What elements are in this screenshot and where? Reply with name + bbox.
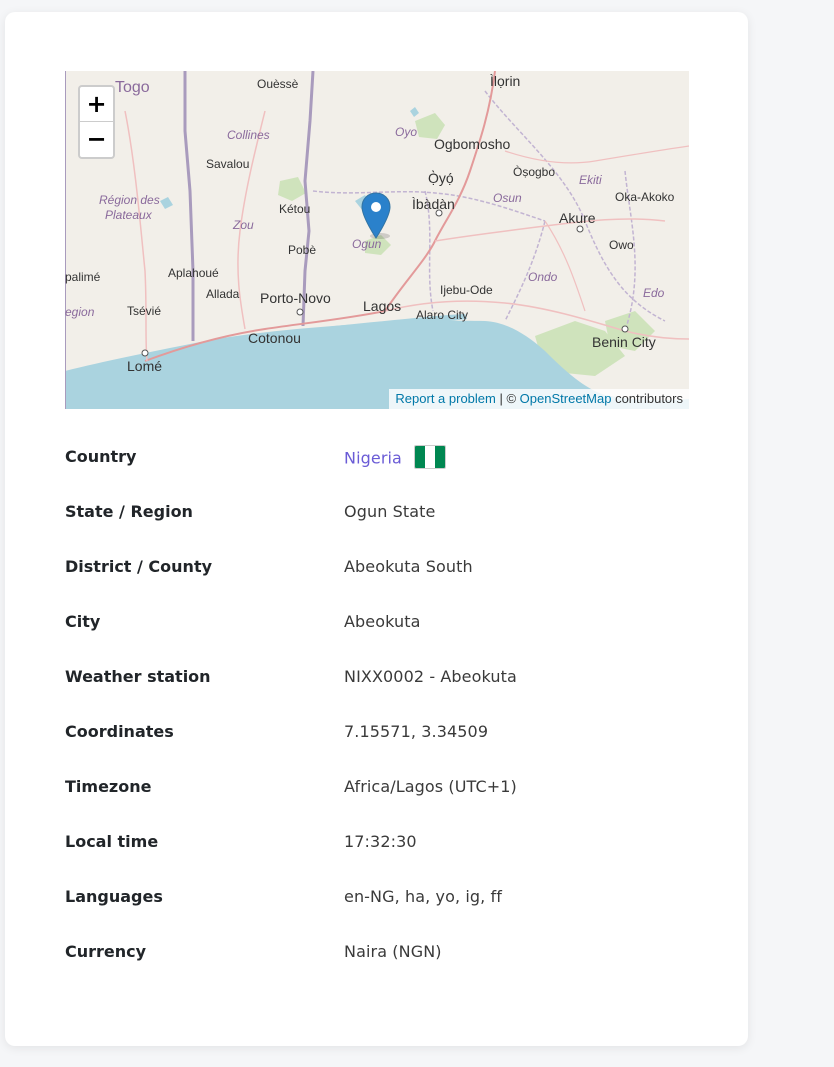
map-label-osun: Osun [493, 191, 522, 205]
map-label-aplahoue: Aplahoué [168, 266, 219, 280]
map-label-ijebu-ode: Ijebu-Ode [440, 283, 493, 297]
map-label-cotonou: Cotonou [248, 330, 301, 346]
row-value: 7.15571, 3.34509 [344, 722, 489, 741]
map-label-lome: Lomé [127, 358, 163, 374]
zoom-out-button[interactable]: − [80, 122, 113, 157]
map-label-region-plateaux-2: Plateaux [105, 208, 152, 222]
row-value: en-NG, ha, yo, ig, ff [344, 887, 502, 906]
map-label-ilorin: Ìlọrin [490, 73, 521, 89]
row-label: Coordinates [65, 722, 174, 741]
info-row-city: City Abeokuta [65, 612, 705, 667]
map-label-pobe: Pobè [288, 243, 317, 257]
map-label-ketou: Kétou [279, 202, 311, 216]
row-label: Weather station [65, 667, 211, 686]
map-label-oyo-region: Oyo [395, 125, 418, 139]
info-row-district: District / County Abeokuta South [65, 557, 705, 612]
map-label-allada: Allada [206, 287, 240, 301]
map-label-osogbo: Òṣogbo [513, 165, 556, 179]
map-label-lagos: Lagos [363, 298, 402, 314]
row-value: Naira (NGN) [344, 942, 442, 961]
map-label-zou: Zou [233, 218, 254, 232]
map-label-akure: Akure [559, 210, 596, 226]
map-label-edo: Edo [643, 286, 665, 300]
map-label-savalou: Savalou [206, 157, 250, 171]
map-label-togo: Togo [115, 79, 150, 96]
zoom-in-button[interactable]: + [80, 87, 113, 122]
map-label-tsevie: Tsévié [127, 304, 162, 318]
map-label-porto-novo: Porto-Novo [260, 290, 331, 306]
info-row-timezone: Timezone Africa/Lagos (UTC+1) [65, 777, 705, 832]
map-label-ouesse: Ouèssè [257, 77, 299, 91]
zoom-control: + − [78, 85, 115, 159]
attribution-separator: | © [495, 391, 520, 406]
row-label: City [65, 612, 101, 631]
info-row-languages: Languages en-NG, ha, yo, ig, ff [65, 887, 705, 942]
map-label-benin-city: Benin City [592, 334, 656, 350]
map-label-oka-akoko: Oka-Akoko [615, 190, 675, 204]
map-label-ogbomosho: Ogbomosho [434, 136, 511, 152]
row-value: Abeokuta South [344, 557, 473, 576]
info-row-local-time: Local time 17:32:30 [65, 832, 705, 887]
row-label: State / Region [65, 502, 193, 521]
attribution-suffix: contributors [611, 391, 683, 406]
nigeria-flag-icon [413, 445, 446, 469]
row-value: Abeokuta [344, 612, 421, 631]
row-label: Languages [65, 887, 163, 906]
row-value: Ogun State [344, 502, 436, 521]
row-value: 17:32:30 [344, 832, 417, 851]
info-row-state: State / Region Ogun State [65, 502, 705, 557]
map-view[interactable]: Togo Ouèssè Ìlọrin Collines Savalou Oyo … [65, 71, 689, 409]
row-value: Africa/Lagos (UTC+1) [344, 777, 517, 796]
map-label-palime: palimé [65, 270, 101, 284]
row-label: Country [65, 447, 137, 466]
location-info-table: Country Nigeria State / Region Ogun Stat… [65, 445, 705, 997]
openstreetmap-link[interactable]: OpenStreetMap [520, 391, 612, 406]
map-label-ibadan: Ìbàdàn [412, 196, 455, 212]
info-row-coordinates: Coordinates 7.15571, 3.34509 [65, 722, 705, 777]
location-pin-icon[interactable] [361, 192, 391, 240]
info-row-currency: Currency Naira (NGN) [65, 942, 705, 997]
row-label: Timezone [65, 777, 152, 796]
info-row-country: Country Nigeria [65, 445, 705, 502]
location-card: Togo Ouèssè Ìlọrin Collines Savalou Oyo … [5, 12, 748, 1046]
info-row-weather-station: Weather station NIXX0002 - Abeokuta [65, 667, 705, 722]
row-label: District / County [65, 557, 213, 576]
map-label-ondo: Ondo [528, 270, 558, 284]
row-value[interactable]: Nigeria [344, 449, 402, 468]
map-label-egion: egion [65, 305, 95, 319]
map-attribution: Report a problem | © OpenStreetMap contr… [389, 389, 689, 409]
map-label-oyo-city: Ọ̀yọ́ [428, 170, 454, 186]
report-problem-link[interactable]: Report a problem [395, 391, 495, 406]
map-label-region-plateaux-1: Région des [99, 193, 160, 207]
row-value: NIXX0002 - Abeokuta [344, 667, 517, 686]
map-label-collines: Collines [227, 128, 270, 142]
country-link[interactable]: Nigeria [344, 445, 446, 471]
map-label-owo: Owo [609, 238, 634, 252]
map-label-ekiti: Ekiti [579, 173, 602, 187]
row-label: Currency [65, 942, 147, 961]
row-label: Local time [65, 832, 159, 851]
map-label-alaro-city: Alaro City [416, 308, 469, 322]
